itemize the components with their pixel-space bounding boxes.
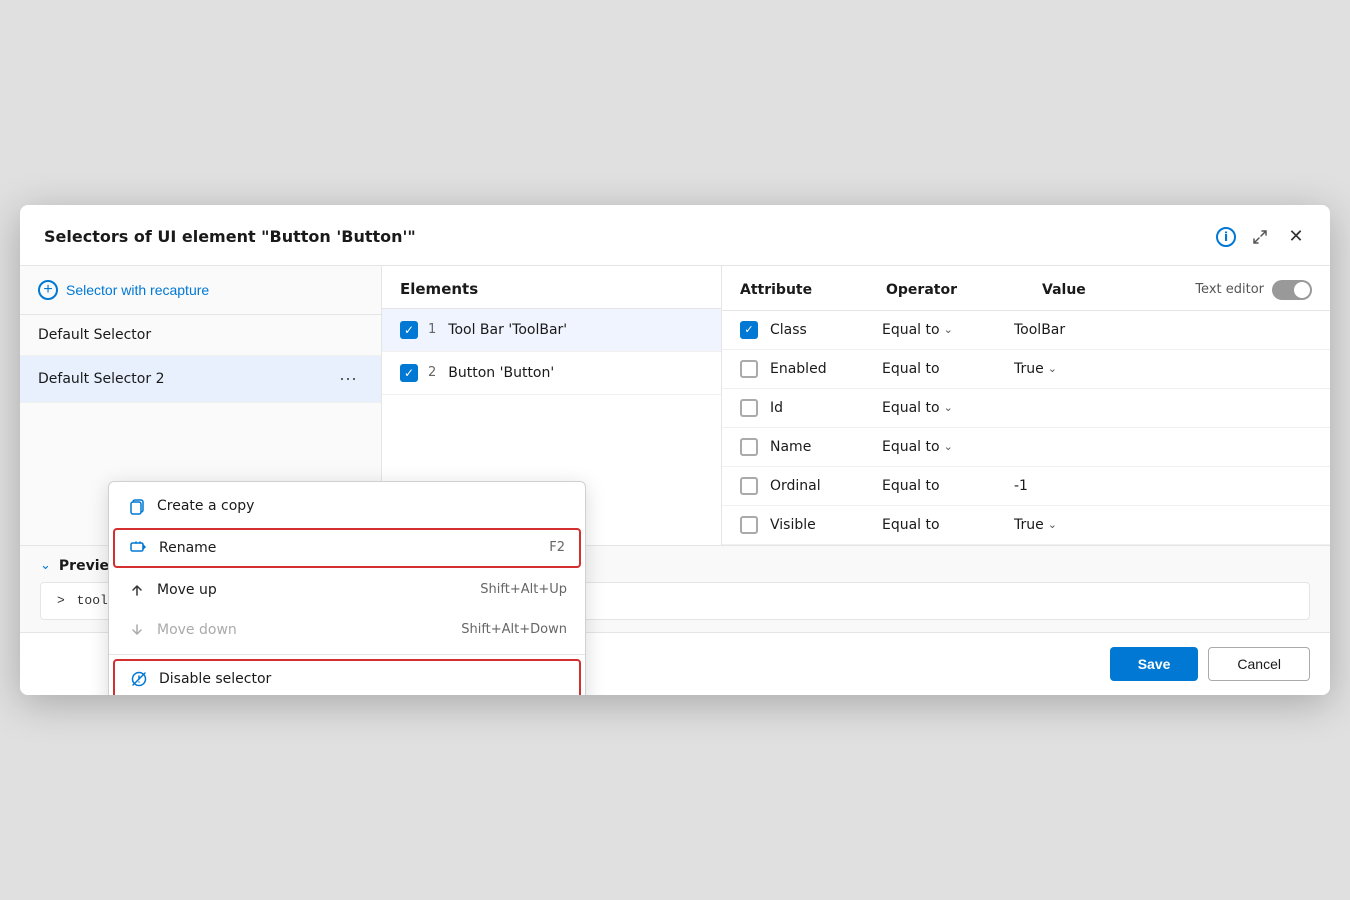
moveup-icon (127, 580, 147, 600)
code-gt: > (57, 593, 65, 608)
attr-name-class: Class (770, 322, 870, 338)
moveup-label: Move up (157, 582, 217, 598)
close-button[interactable]: ✕ (1282, 223, 1310, 251)
dialog-body: + Selector with recapture Default Select… (20, 266, 1330, 545)
attr-value-ordinal: -1 (1014, 478, 1028, 494)
operator-dropdown-name[interactable]: ⌄ (944, 440, 953, 453)
value-dropdown-enabled[interactable]: ⌄ (1048, 362, 1057, 375)
element-checkbox-1[interactable] (400, 321, 418, 339)
rename-shortcut: F2 (549, 540, 565, 555)
selector-item-default[interactable]: Default Selector (20, 315, 381, 356)
disable-label: Disable selector (159, 671, 271, 687)
value-dropdown-visible[interactable]: ⌄ (1048, 518, 1057, 531)
attr-name-visible: Visible (770, 517, 870, 533)
dialog-header: Selectors of UI element "Button 'Button'… (20, 205, 1330, 266)
movedown-shortcut: Shift+Alt+Down (461, 622, 567, 637)
movedown-label: Move down (157, 622, 237, 638)
add-selector-button[interactable]: + Selector with recapture (20, 266, 381, 315)
menu-item-copy[interactable]: Create a copy (109, 486, 585, 526)
expand-icon (1252, 229, 1268, 245)
element-label-2: Button 'Button' (448, 365, 554, 381)
col-header-operator: Operator (886, 282, 1026, 298)
text-editor-label: Text editor (1195, 282, 1264, 297)
preview-chevron-icon: ⌄ (40, 558, 51, 573)
right-panel: Attribute Operator Value Text editor Cla… (722, 266, 1330, 545)
operator-dropdown-class[interactable]: ⌄ (944, 323, 953, 336)
attr-name-name: Name (770, 439, 870, 455)
menu-item-rename[interactable]: Rename F2 (113, 528, 581, 568)
attr-value-enabled: True ⌄ (1014, 361, 1057, 377)
element-label-1: Tool Bar 'ToolBar' (448, 322, 567, 338)
expand-button[interactable] (1246, 223, 1274, 251)
three-dot-menu-button[interactable]: ⋯ (333, 368, 363, 390)
attr-row-visible: Visible Equal to True ⌄ (722, 506, 1330, 545)
attr-checkbox-enabled[interactable] (740, 360, 758, 378)
cancel-button[interactable]: Cancel (1208, 647, 1310, 681)
dialog: Selectors of UI element "Button 'Button'… (20, 205, 1330, 696)
attr-name-id: Id (770, 400, 870, 416)
attr-operator-name: Equal to ⌄ (882, 439, 1002, 455)
text-editor-toggle[interactable]: Text editor (1195, 280, 1312, 300)
col-header-value: Value (1042, 282, 1179, 298)
menu-item-movedown: Move down Shift+Alt+Down (109, 610, 585, 650)
menu-item-moveup[interactable]: Move up Shift+Alt+Up (109, 570, 585, 610)
attr-row-name: Name Equal to ⌄ (722, 428, 1330, 467)
copy-label: Create a copy (157, 498, 254, 514)
toggle-switch[interactable] (1272, 280, 1312, 300)
attr-checkbox-id[interactable] (740, 399, 758, 417)
dialog-title: Selectors of UI element "Button 'Button'… (44, 227, 1206, 246)
element-item-1[interactable]: 1 Tool Bar 'ToolBar' (382, 309, 721, 352)
attr-row-class: Class Equal to ⌄ ToolBar (722, 311, 1330, 350)
attr-checkbox-class[interactable] (740, 321, 758, 339)
selector-label-2: Default Selector 2 (38, 371, 164, 387)
info-icon[interactable]: i (1216, 227, 1236, 247)
moveup-shortcut: Shift+Alt+Up (480, 582, 567, 597)
element-item-2[interactable]: 2 Button 'Button' (382, 352, 721, 395)
attributes-header: Attribute Operator Value Text editor (722, 266, 1330, 311)
attr-name-enabled: Enabled (770, 361, 870, 377)
context-menu: Create a copy Rename F2 (108, 481, 586, 696)
menu-divider (109, 654, 585, 655)
attr-operator-ordinal: Equal to (882, 478, 1002, 494)
attr-checkbox-visible[interactable] (740, 516, 758, 534)
toggle-knob (1294, 282, 1310, 298)
movedown-icon (127, 620, 147, 640)
menu-item-disable[interactable]: Disable selector (113, 659, 581, 696)
elements-header: Elements (382, 266, 721, 309)
rename-label: Rename (159, 540, 216, 556)
attr-operator-enabled: Equal to (882, 361, 1002, 377)
plus-circle-icon: + (38, 280, 58, 300)
element-number-1: 1 (428, 322, 436, 337)
attr-operator-class: Equal to ⌄ (882, 322, 1002, 338)
header-actions: ✕ (1246, 223, 1310, 251)
attr-operator-id: Equal to ⌄ (882, 400, 1002, 416)
selector-label-1: Default Selector (38, 327, 151, 343)
col-header-attribute: Attribute (740, 282, 870, 298)
selector-item-default2[interactable]: Default Selector 2 ⋯ (20, 356, 381, 403)
attr-operator-visible: Equal to (882, 517, 1002, 533)
attr-checkbox-name[interactable] (740, 438, 758, 456)
attr-row-ordinal: Ordinal Equal to -1 (722, 467, 1330, 506)
copy-icon (127, 496, 147, 516)
attr-value-class: ToolBar (1014, 322, 1065, 338)
rename-icon (129, 538, 149, 558)
element-checkbox-2[interactable] (400, 364, 418, 382)
attr-value-visible: True ⌄ (1014, 517, 1057, 533)
add-selector-label: Selector with recapture (66, 282, 209, 298)
attr-name-ordinal: Ordinal (770, 478, 870, 494)
operator-dropdown-id[interactable]: ⌄ (944, 401, 953, 414)
attr-row-enabled: Enabled Equal to True ⌄ (722, 350, 1330, 389)
left-panel: + Selector with recapture Default Select… (20, 266, 382, 545)
disable-icon (129, 669, 149, 689)
element-number-2: 2 (428, 365, 436, 380)
attr-checkbox-ordinal[interactable] (740, 477, 758, 495)
attr-row-id: Id Equal to ⌄ (722, 389, 1330, 428)
save-button[interactable]: Save (1110, 647, 1199, 681)
